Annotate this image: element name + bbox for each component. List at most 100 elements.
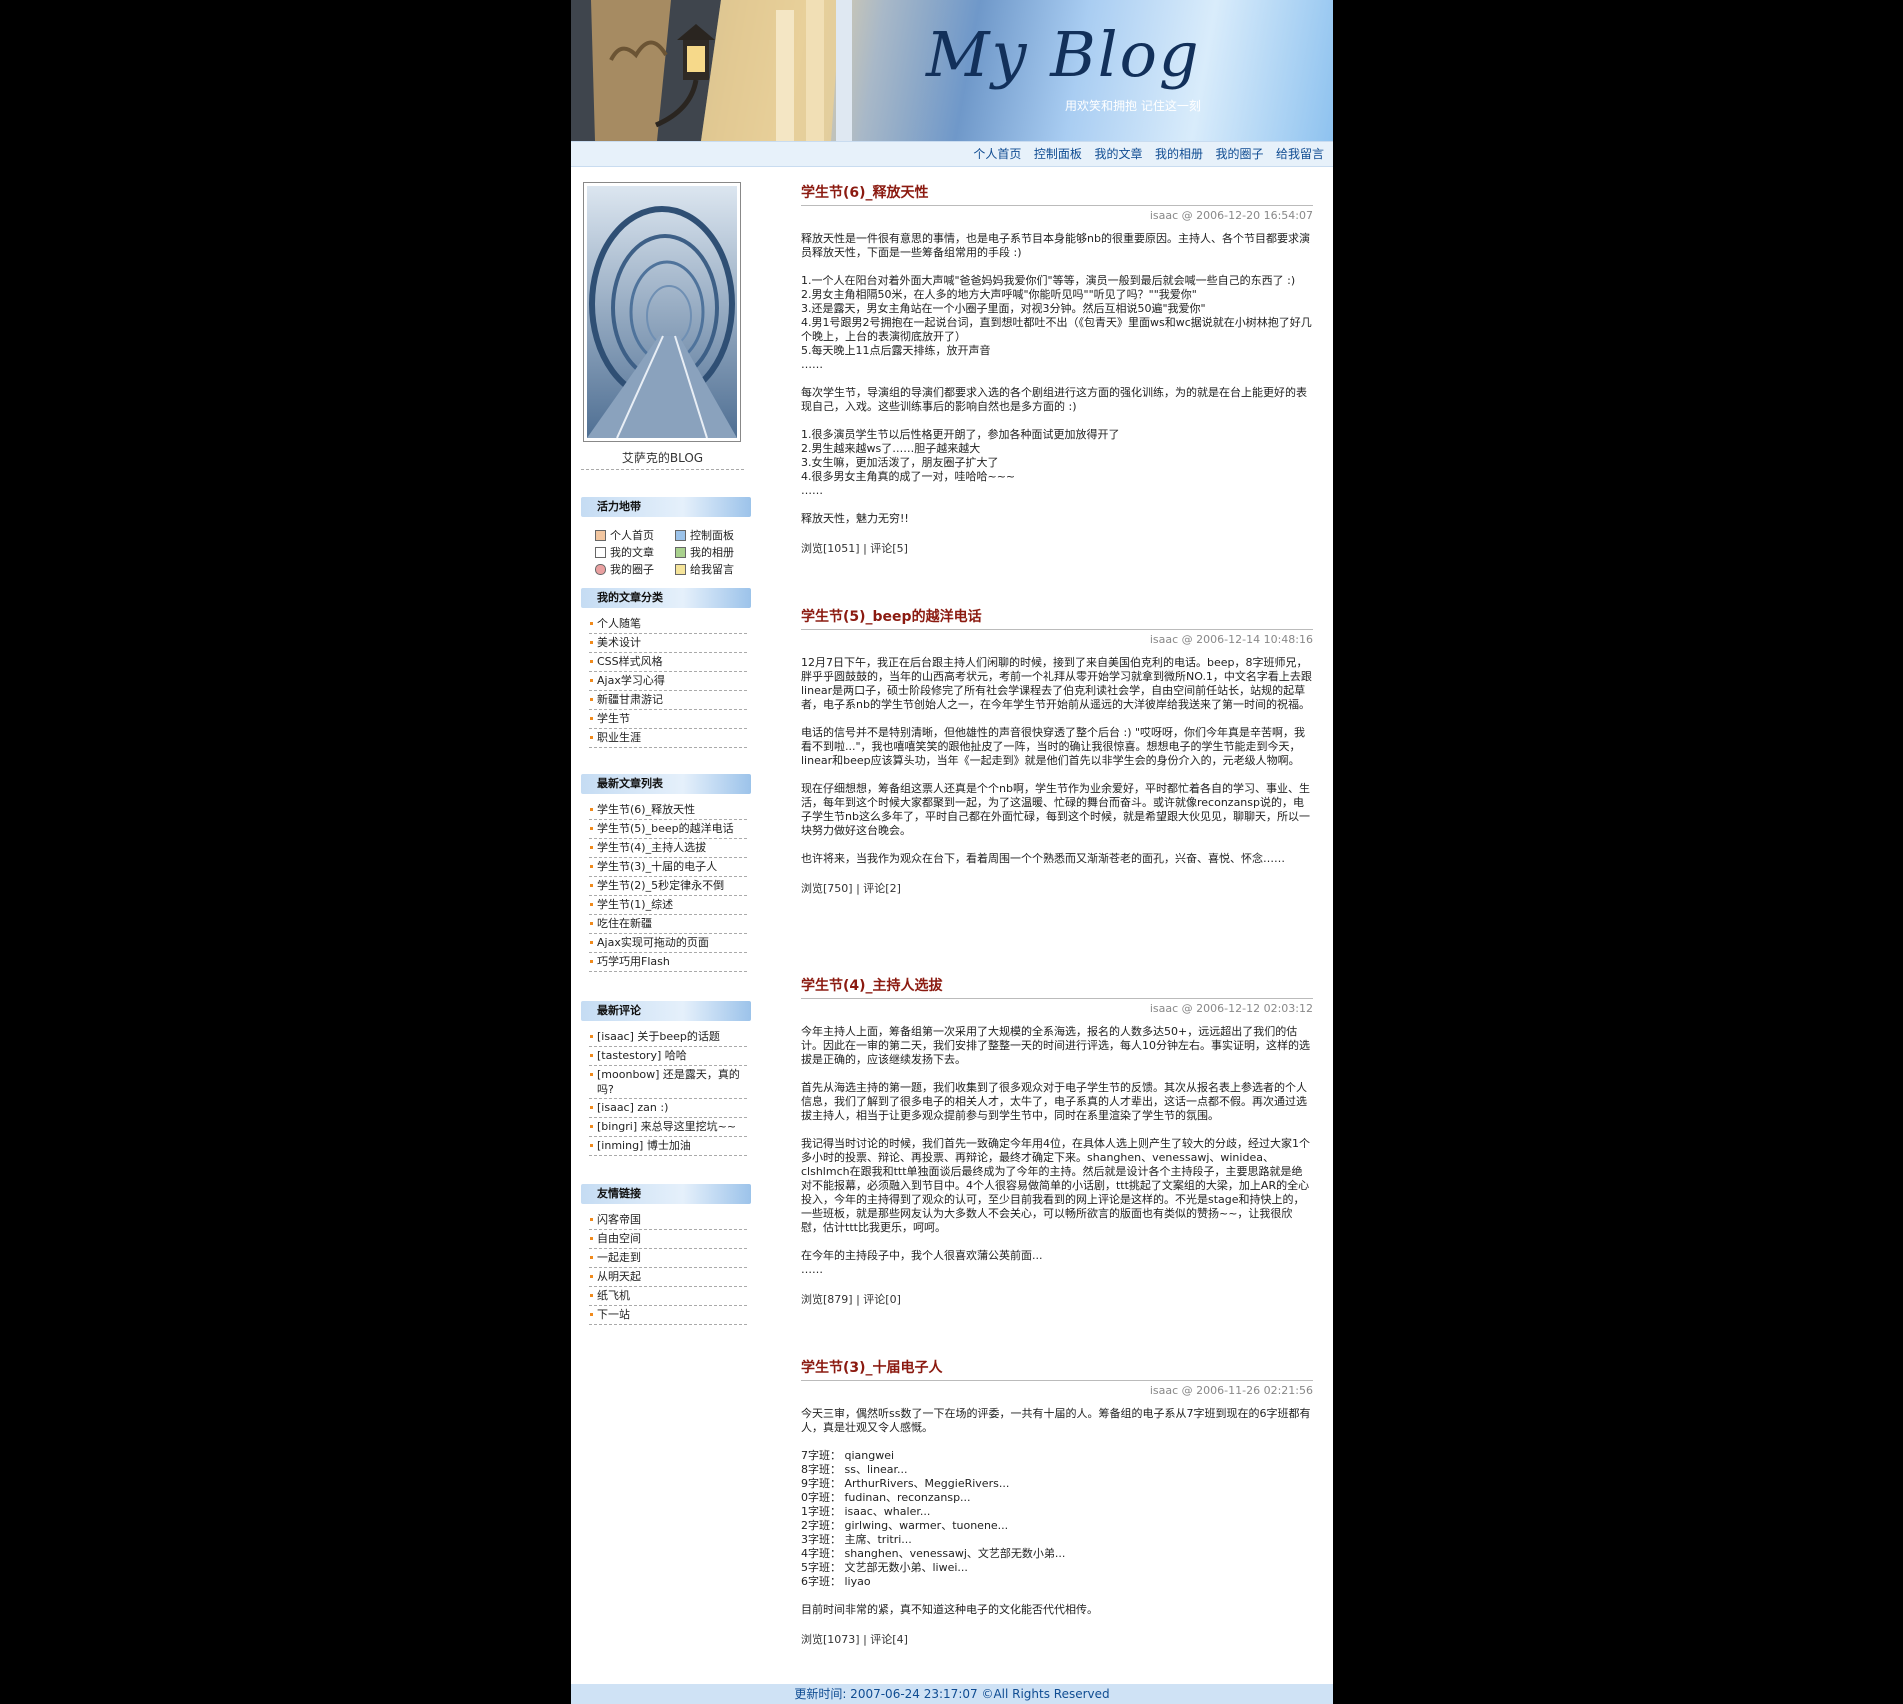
comment-item[interactable]: [moonbow] 还是露天，真的吗?: [589, 1066, 747, 1099]
nav-articles[interactable]: 我的文章: [1094, 147, 1142, 161]
comment-item[interactable]: [isaac] 关于beep的话题: [589, 1028, 747, 1047]
quick-control-panel[interactable]: 控制面板: [675, 527, 734, 543]
post-title[interactable]: 学生节(6)_释放天性: [801, 182, 1313, 206]
post-paragraph: 每次学生节，导演组的导演们都要求入选的各个剧组进行这方面的强化训练，为的就是在台…: [801, 386, 1307, 413]
category-item[interactable]: 美术设计: [589, 634, 747, 653]
recent-post-item[interactable]: 学生节(3)_十届的电子人: [589, 858, 747, 877]
category-item[interactable]: 职业生涯: [589, 729, 747, 748]
post-paragraph: 1.一个人在阳台对着外面大声喊"爸爸妈妈我爱你们"等等，演员一般到最后就会喊一些…: [801, 274, 1312, 371]
post: 学生节(6)_释放天性 isaac @ 2006-12-20 16:54:07 …: [801, 182, 1313, 556]
recent-post-item[interactable]: Ajax实现可拖动的页面: [589, 934, 747, 953]
comment-item[interactable]: [isaac] zan :): [589, 1099, 747, 1118]
building-lamp-illustration: [571, 0, 852, 141]
post-body: 今天三审，偶然听ss数了一下在场的评委，一共有十届的人。筹备组的电子系从7字班到…: [801, 1407, 1313, 1617]
friend-links-list: 闪客帝国 自由空间 一起走到 从明天起 纸飞机 下一站: [589, 1211, 747, 1325]
post-paragraph: 今年主持人上面，筹备组第一次采用了大规模的全系海选，报名的人数多达50+，远远超…: [801, 1025, 1310, 1066]
recent-post-item[interactable]: 学生节(2)_5秒定律永不倒: [589, 877, 747, 896]
quick-links-title: 活力地带: [581, 497, 751, 517]
comment-item[interactable]: [inming] 博士加油: [589, 1137, 747, 1156]
post-title[interactable]: 学生节(3)_十届电子人: [801, 1357, 1313, 1381]
blog-page: My Blog 用欢笑和拥抱 记住这一刻 个人首页 控制面板 我的文章 我的相册…: [571, 0, 1333, 1704]
quick-circle-label: 我的圈子: [610, 563, 654, 576]
recent-posts-title: 最新文章列表: [581, 774, 751, 794]
post: 学生节(4)_主持人选拔 isaac @ 2006-12-12 02:03:12…: [801, 975, 1313, 1307]
post-body: 释放天性是一件很有意思的事情，也是电子系节目本身能够nb的很重要原因。主持人、各…: [801, 232, 1313, 526]
blog-owner-name: 艾萨克的BLOG: [581, 449, 744, 470]
category-item[interactable]: 新疆甘肃游记: [589, 691, 747, 710]
post-meta: isaac @ 2006-12-14 10:48:16: [1149, 633, 1313, 646]
nav-album[interactable]: 我的相册: [1155, 147, 1203, 161]
post-paragraph: 释放天性是一件很有意思的事情，也是电子系节目本身能够nb的很重要原因。主持人、各…: [801, 232, 1310, 259]
message-icon: [675, 564, 686, 575]
post-meta: isaac @ 2006-11-26 02:21:56: [1149, 1384, 1313, 1397]
post-paragraph: 我记得当时讨论的时候，我们首先一致确定今年用4位，在具体人选上则产生了较大的分歧…: [801, 1137, 1310, 1234]
home-icon: [595, 530, 606, 541]
friend-link-item[interactable]: 从明天起: [589, 1268, 747, 1287]
quick-home[interactable]: 个人首页: [595, 527, 654, 543]
recent-posts-list: 学生节(6)_释放天性 学生节(5)_beep的越洋电话 学生节(4)_主持人选…: [589, 801, 747, 972]
nav-home[interactable]: 个人首页: [973, 147, 1021, 161]
post-stats[interactable]: 浏览[750] | 评论[2]: [801, 880, 1313, 896]
nav-guestbook[interactable]: 给我留言: [1276, 147, 1324, 161]
category-item[interactable]: 个人随笔: [589, 615, 747, 634]
post-meta: isaac @ 2006-12-12 02:03:12: [1149, 1002, 1313, 1015]
post-title[interactable]: 学生节(5)_beep的越洋电话: [801, 606, 1313, 630]
friend-links-title: 友情链接: [581, 1184, 751, 1204]
post-body: 今年主持人上面，筹备组第一次采用了大规模的全系海选，报名的人数多达50+，远远超…: [801, 1025, 1313, 1277]
people-icon: [595, 564, 606, 575]
post-paragraph: 12月7日下午，我正在后台跟主持人们闲聊的时候，接到了来自美国伯克利的电话。be…: [801, 656, 1312, 711]
recent-comments-title: 最新评论: [581, 1001, 751, 1021]
nav-control-panel[interactable]: 控制面板: [1034, 147, 1082, 161]
panel-icon: [675, 530, 686, 541]
header-banner: My Blog 用欢笑和拥抱 记住这一刻: [571, 0, 1333, 141]
comment-item[interactable]: [bingri] 来总导这里挖坑~~: [589, 1118, 747, 1137]
post: 学生节(5)_beep的越洋电话 isaac @ 2006-12-14 10:4…: [801, 606, 1313, 896]
friend-link-item[interactable]: 一起走到: [589, 1249, 747, 1268]
quick-guestbook[interactable]: 给我留言: [675, 561, 734, 577]
post-stats[interactable]: 浏览[1051] | 评论[5]: [801, 540, 1313, 556]
post-paragraph: 也许将来，当我作为观众在台下，看着周围一个个熟悉而又渐渐苍老的面孔，兴奋、喜悦、…: [801, 852, 1285, 865]
comment-item[interactable]: [tastestory] 哈哈: [589, 1047, 747, 1066]
footer: 更新时间: 2007-06-24 23:17:07 ©All Rights Re…: [571, 1684, 1333, 1704]
quick-articles-label: 我的文章: [610, 546, 654, 559]
recent-post-item[interactable]: 学生节(5)_beep的越洋电话: [589, 820, 747, 839]
post-meta: isaac @ 2006-12-20 16:54:07: [1149, 209, 1313, 222]
quick-album[interactable]: 我的相册: [675, 544, 734, 560]
recent-comments-list: [isaac] 关于beep的话题 [tastestory] 哈哈 [moonb…: [589, 1028, 747, 1156]
quick-control-panel-label: 控制面板: [690, 529, 734, 542]
document-icon: [595, 547, 606, 558]
post-title[interactable]: 学生节(4)_主持人选拔: [801, 975, 1313, 999]
blog-logo: My Blog: [926, 18, 1201, 91]
nav-circle[interactable]: 我的圈子: [1215, 147, 1263, 161]
category-title: 我的文章分类: [581, 588, 751, 608]
avatar[interactable]: [583, 182, 741, 442]
quick-circle[interactable]: 我的圈子: [595, 561, 654, 577]
post-paragraph: 目前时间非常的紧，真不知道这种电子的文化能否代代相传。: [801, 1603, 1098, 1616]
post-stats[interactable]: 浏览[879] | 评论[0]: [801, 1291, 1313, 1307]
category-item[interactable]: 学生节: [589, 710, 747, 729]
friend-link-item[interactable]: 纸飞机: [589, 1287, 747, 1306]
post-paragraph: 释放天性，魅力无穷!!: [801, 512, 909, 525]
recent-post-item[interactable]: 吃住在新疆: [589, 915, 747, 934]
blog-slogan: 用欢笑和拥抱 记住这一刻: [1065, 99, 1201, 113]
quick-articles[interactable]: 我的文章: [595, 544, 654, 560]
recent-post-item[interactable]: 学生节(6)_释放天性: [589, 801, 747, 820]
friend-link-item[interactable]: 自由空间: [589, 1230, 747, 1249]
post-paragraph: 今天三审，偶然听ss数了一下在场的评委，一共有十届的人。筹备组的电子系从7字班到…: [801, 1407, 1311, 1434]
recent-post-item[interactable]: 学生节(1)_综述: [589, 896, 747, 915]
picture-icon: [675, 547, 686, 558]
post-paragraph: 7字班： qiangwei 8字班： ss、linear... 9字班： Art…: [801, 1449, 1066, 1588]
post: 学生节(3)_十届电子人 isaac @ 2006-11-26 02:21:56…: [801, 1357, 1313, 1647]
post-stats[interactable]: 浏览[1073] | 评论[4]: [801, 1631, 1313, 1647]
category-item[interactable]: Ajax学习心得: [589, 672, 747, 691]
recent-post-item[interactable]: 巧学巧用Flash: [589, 953, 747, 972]
friend-link-item[interactable]: 闪客帝国: [589, 1211, 747, 1230]
category-item[interactable]: CSS样式风格: [589, 653, 747, 672]
post-paragraph: 1.很多演员学生节以后性格更开朗了，参加各种面试更加放得开了 2.男生越来越ws…: [801, 428, 1120, 497]
friend-link-item[interactable]: 下一站: [589, 1306, 747, 1325]
quick-home-label: 个人首页: [610, 529, 654, 542]
recent-post-item[interactable]: 学生节(4)_主持人选拔: [589, 839, 747, 858]
post-paragraph: 首先从海选主持的第一题，我们收集到了很多观众对于电子学生节的反馈。其次从报名表上…: [801, 1081, 1307, 1122]
quick-album-label: 我的相册: [690, 546, 734, 559]
post-paragraph: 在今年的主持段子中，我个人很喜欢蒲公英前面... ……: [801, 1249, 1043, 1276]
